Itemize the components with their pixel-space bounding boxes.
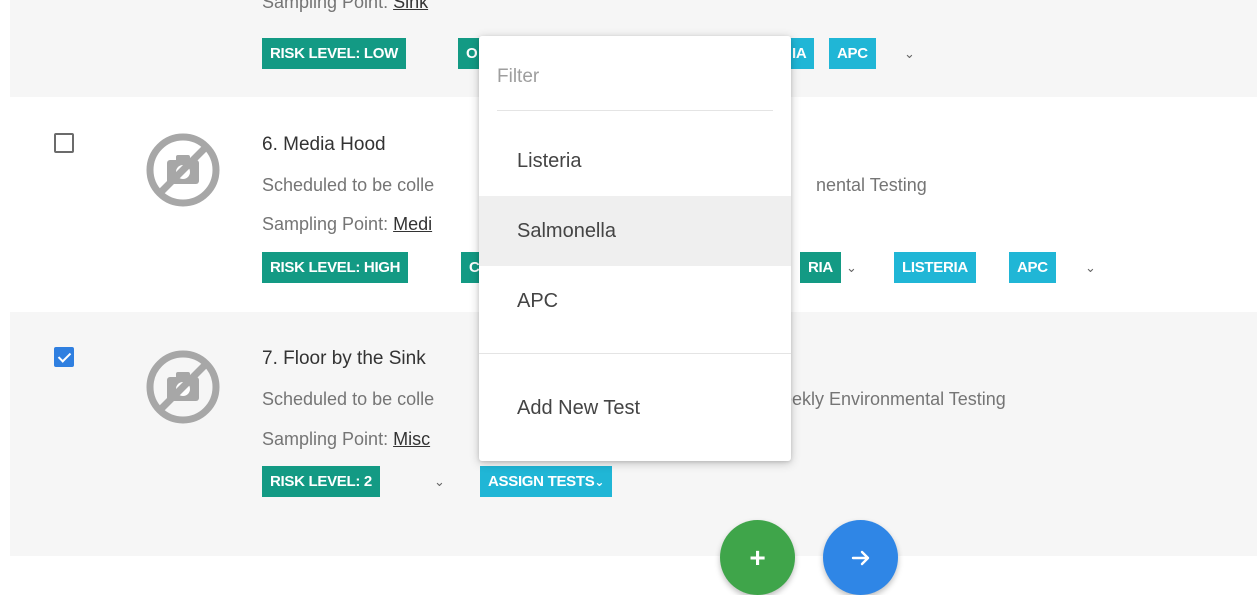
risk-level-tag[interactable]: RISK LEVEL: HIGH: [262, 252, 409, 283]
schedule-text-suffix: eekly Environmental Testing: [782, 389, 1006, 409]
row-checkbox[interactable]: [54, 133, 74, 153]
chevron-down-icon[interactable]: ⌄: [434, 474, 445, 490]
divider: [497, 110, 773, 111]
sampling-point-line: Sampling Point: Sink: [262, 0, 428, 13]
add-new-test-item[interactable]: Add New Test: [479, 373, 791, 443]
risk-level-tag[interactable]: RISK LEVEL: 2: [262, 466, 380, 497]
sample-title: 7. Floor by the Sink: [262, 348, 426, 369]
assign-tests-button[interactable]: ASSIGN TESTS⌄: [480, 466, 613, 497]
row-checkbox[interactable]: [54, 347, 74, 367]
chevron-down-icon: ⌄: [594, 475, 605, 489]
test-tag-apc[interactable]: APC: [1009, 252, 1056, 283]
arrow-right-icon: [851, 550, 869, 565]
chevron-down-icon[interactable]: ⌄: [904, 46, 915, 62]
sampling-point-line: Sampling Point: Medi: [262, 214, 433, 234]
schedule-text-suffix: nental Testing: [816, 175, 927, 195]
test-tag-apc[interactable]: APC: [829, 38, 876, 69]
sampling-point-link[interactable]: Medi: [393, 214, 432, 234]
chevron-down-icon[interactable]: ⌄: [1085, 260, 1096, 276]
menu-item-salmonella[interactable]: Salmonella: [479, 196, 791, 266]
plus-icon: +: [749, 541, 766, 573]
assign-tests-dropdown: Filter Listeria Salmonella APC Add New T…: [479, 36, 791, 461]
sampling-point-link[interactable]: Misc: [393, 429, 430, 449]
test-tag[interactable]: RIA: [800, 252, 841, 283]
sample-title: 6. Media Hood: [262, 134, 386, 155]
menu-item-apc[interactable]: APC: [479, 266, 791, 336]
no-photo-icon: [146, 350, 220, 424]
menu-item-listeria[interactable]: Listeria: [479, 126, 791, 196]
no-photo-icon: [146, 133, 220, 207]
filter-input[interactable]: Filter: [497, 66, 539, 88]
risk-level-tag[interactable]: RISK LEVEL: LOW: [262, 38, 406, 69]
chevron-down-icon[interactable]: ⌄: [846, 260, 857, 276]
add-button[interactable]: +: [720, 520, 795, 595]
sampling-point-line: Sampling Point: Misc: [262, 429, 431, 449]
divider: [479, 353, 791, 354]
sampling-point-link[interactable]: Sink: [393, 0, 428, 12]
next-button[interactable]: [823, 520, 898, 595]
test-tag-listeria[interactable]: LISTERIA: [894, 252, 976, 283]
schedule-text: Scheduled to be colle: [262, 389, 435, 409]
schedule-text: Scheduled to be colle: [262, 175, 435, 195]
